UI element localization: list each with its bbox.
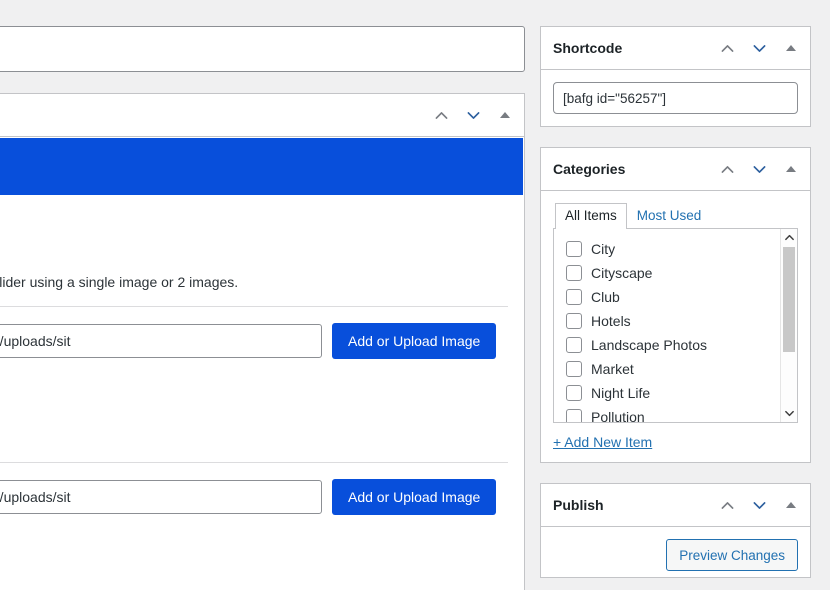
move-down-icon[interactable]: [744, 490, 774, 520]
category-item-city[interactable]: City: [566, 237, 780, 261]
categories-tablist: All Items Most Used: [553, 203, 798, 229]
scrollbar-thumb[interactable]: [783, 247, 795, 352]
image-url-input-2[interactable]: [0, 480, 322, 514]
category-item-club[interactable]: Club: [566, 285, 780, 309]
category-label: Club: [591, 289, 620, 305]
tab-most-used[interactable]: Most Used: [627, 203, 712, 229]
image-field-2-row: Add or Upload Image: [0, 479, 508, 515]
publish-panel-title: Publish: [553, 497, 604, 513]
image-url-input-1[interactable]: [0, 324, 322, 358]
method-1-option[interactable]: Method 1 (Using 2 images): [0, 210, 508, 236]
category-item-night-life[interactable]: Night Life: [566, 381, 780, 405]
method-help-text: Choose a method to make a before after s…: [0, 274, 239, 290]
move-up-icon[interactable]: [712, 490, 742, 520]
toggle-panel-icon[interactable]: [490, 100, 520, 130]
categories-panel-title: Categories: [553, 161, 626, 177]
category-label: City: [591, 241, 616, 257]
publish-panel-header: Publish: [541, 484, 810, 527]
category-checkbox[interactable]: [566, 361, 582, 377]
category-item-hotels[interactable]: Hotels: [566, 309, 780, 333]
shortcode-panel-body: [541, 70, 810, 126]
shortcode-panel-title: Shortcode: [553, 40, 623, 56]
wordpress-post-editor-screen: Method 1 (Using 2 images) Method 2 (Usin…: [0, 0, 830, 590]
post-title-field-wrapper: [0, 26, 525, 72]
move-down-icon[interactable]: [744, 154, 774, 184]
categories-checklist: City Cityscape Club Hotels Landscape Pho…: [553, 229, 798, 423]
move-down-icon[interactable]: [458, 100, 488, 130]
category-checkbox[interactable]: [566, 241, 582, 257]
categories-panel-body: All Items Most Used City Cityscape Club …: [541, 191, 810, 462]
image-field-1: Add or Upload Image: [0, 307, 524, 444]
category-label: Cityscape: [591, 265, 653, 281]
publish-panel: Publish Preview Changes: [540, 483, 811, 578]
category-label: Pollution: [591, 409, 645, 423]
add-or-upload-image-button-2[interactable]: Add or Upload Image: [332, 479, 497, 515]
add-or-upload-image-button-1[interactable]: Add or Upload Image: [332, 323, 497, 359]
scroll-up-arrow-icon[interactable]: [781, 229, 797, 246]
category-item-cityscape[interactable]: Cityscape: [566, 261, 780, 285]
categories-handle-actions: [712, 148, 806, 190]
category-item-pollution[interactable]: Pollution: [566, 405, 780, 423]
category-label: Night Life: [591, 385, 651, 401]
toggle-panel-icon[interactable]: [776, 154, 806, 184]
category-label: Landscape Photos: [591, 337, 707, 353]
category-item-market[interactable]: Market: [566, 357, 780, 381]
category-checkbox[interactable]: [566, 313, 582, 329]
post-title-input[interactable]: [0, 27, 524, 71]
category-checkbox[interactable]: [566, 337, 582, 353]
before-after-settings-metabox: Method 1 (Using 2 images) Method 2 (Usin…: [0, 93, 525, 590]
categories-panel-header: Categories: [541, 148, 810, 191]
image-field-2: Add or Upload Image: [0, 463, 524, 590]
editor-sidebar: Shortcode Catego: [540, 26, 811, 590]
metabox-body: Method 1 (Using 2 images) Method 2 (Usin…: [0, 196, 524, 590]
scroll-down-arrow-icon[interactable]: [781, 405, 797, 422]
category-label: Market: [591, 361, 634, 377]
move-up-icon[interactable]: [712, 154, 742, 184]
category-label: Hotels: [591, 313, 631, 329]
category-checkbox[interactable]: [566, 289, 582, 305]
plugin-brand-banner: [0, 138, 523, 195]
category-checkbox[interactable]: [566, 409, 582, 422]
category-checkbox[interactable]: [566, 385, 582, 401]
move-down-icon[interactable]: [744, 33, 774, 63]
publish-handle-actions: [712, 484, 806, 526]
categories-panel: Categories All Items Most Used City City…: [540, 147, 811, 463]
shortcode-handle-actions: [712, 27, 806, 69]
toggle-panel-icon[interactable]: [776, 490, 806, 520]
shortcode-input[interactable]: [553, 82, 798, 114]
categories-scrollbar[interactable]: [780, 229, 797, 422]
categories-scroll-area: City Cityscape Club Hotels Landscape Pho…: [554, 229, 780, 422]
metabox-handle-actions: [426, 94, 520, 136]
main-content-column: Method 1 (Using 2 images) Method 2 (Usin…: [0, 0, 525, 590]
category-checkbox[interactable]: [566, 265, 582, 281]
category-item-landscape-photos[interactable]: Landscape Photos: [566, 333, 780, 357]
preview-changes-button[interactable]: Preview Changes: [666, 539, 798, 571]
move-up-icon[interactable]: [426, 100, 456, 130]
move-up-icon[interactable]: [712, 33, 742, 63]
toggle-panel-icon[interactable]: [776, 33, 806, 63]
method-options-group: Method 1 (Using 2 images) Method 2 (Usin…: [0, 196, 524, 262]
shortcode-panel: Shortcode: [540, 26, 811, 127]
metabox-header: [0, 94, 524, 137]
image-field-1-row: Add or Upload Image: [0, 323, 508, 359]
method-2-option[interactable]: Method 2 (Using 1 image): [0, 236, 508, 262]
publish-panel-body: Preview Changes: [541, 527, 810, 577]
add-new-item-link[interactable]: + Add New Item: [553, 434, 652, 450]
shortcode-panel-header: Shortcode: [541, 27, 810, 70]
tab-all-items[interactable]: All Items: [555, 203, 627, 229]
